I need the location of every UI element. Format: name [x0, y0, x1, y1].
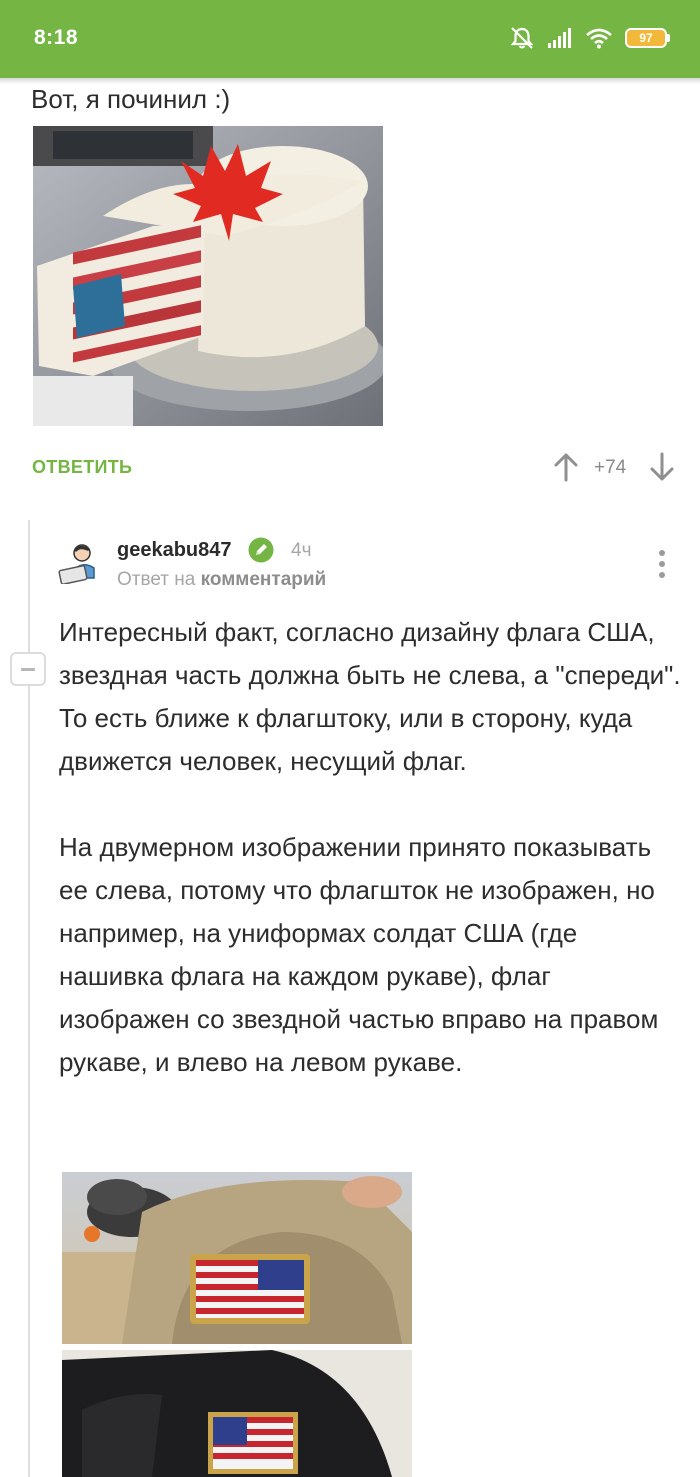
soldier-sleeve-photo[interactable] — [62, 1172, 412, 1344]
upvote-icon[interactable] — [552, 452, 580, 482]
status-icons: 97 — [509, 24, 670, 52]
wifi-icon — [585, 27, 613, 49]
rating-count: +74 — [594, 457, 627, 478]
collapse-thread-button[interactable] — [10, 652, 46, 686]
verified-pencil-icon — [248, 537, 274, 563]
reply-button[interactable]: ОТВЕТИТЬ — [32, 457, 132, 478]
avatar[interactable] — [58, 540, 102, 585]
parent-comment-text: Вот, я починил :) — [31, 84, 231, 114]
comment-body: Интересный факт, согласно дизайну флага … — [59, 617, 681, 1077]
mute-icon — [509, 26, 535, 50]
reply-to-link[interactable]: комментарий — [201, 569, 327, 590]
comment-actions: ОТВЕТИТЬ +74 — [32, 448, 680, 486]
reply-to-prefix: Ответ на — [117, 569, 196, 590]
status-time: 8:18 — [34, 26, 79, 49]
status-bar: 8:18 97 — [0, 0, 700, 78]
battery-level: 97 — [625, 28, 667, 48]
comment-username[interactable]: geekabu847 — [117, 539, 232, 562]
downvote-icon[interactable] — [648, 452, 676, 482]
more-options-icon[interactable] — [652, 548, 672, 580]
cake-photo[interactable] — [33, 126, 383, 426]
black-uniform-sleeve-photo[interactable] — [62, 1350, 412, 1477]
battery-icon: 97 — [625, 28, 670, 48]
comment-age: 4ч — [291, 540, 312, 561]
signal-icon — [547, 27, 573, 49]
reply-to-line: Ответ на комментарий — [117, 569, 326, 591]
